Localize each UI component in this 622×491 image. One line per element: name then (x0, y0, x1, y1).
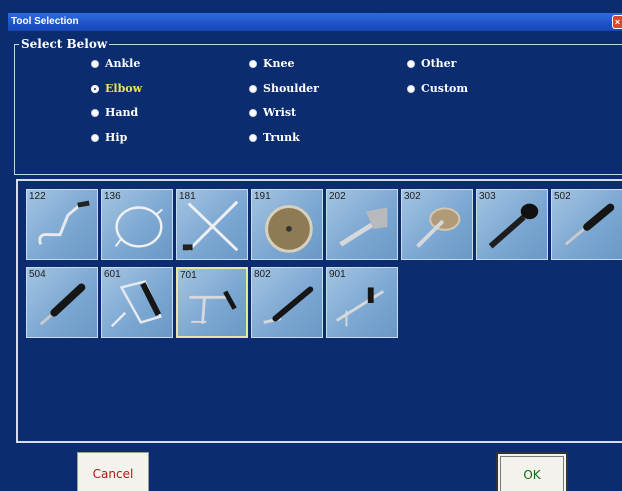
radio-label: Shoulder (263, 82, 319, 95)
tool-number: 303 (479, 191, 496, 202)
tool-number: 136 (104, 191, 121, 202)
tool-tile-191[interactable]: 191 (251, 189, 323, 260)
radio-trunk[interactable]: Trunk (249, 131, 300, 144)
group-legend: Select Below (19, 37, 110, 51)
radio-dot-icon (249, 133, 257, 142)
radio-label: Knee (263, 57, 295, 70)
tool-number: 191 (254, 191, 271, 202)
radio-dot-icon (407, 59, 415, 68)
window-title: Tool Selection (11, 16, 79, 27)
tool-number: 701 (180, 270, 197, 281)
radio-hip[interactable]: Hip (91, 131, 127, 144)
radio-knee[interactable]: Knee (249, 57, 295, 70)
radio-hand[interactable]: Hand (91, 106, 138, 119)
radio-dot-icon (91, 59, 99, 68)
radio-label: Wrist (263, 106, 297, 119)
radio-elbow[interactable]: Elbow (91, 82, 142, 95)
tool-tile-802[interactable]: 802 (251, 267, 323, 338)
tool-tile-701[interactable]: 701 (176, 267, 248, 338)
radio-label: Custom (421, 82, 469, 95)
radio-dot-icon (249, 108, 257, 117)
radio-label: Hip (105, 131, 128, 144)
tool-tile-303[interactable]: 303 (476, 189, 548, 260)
tool-number: 202 (329, 191, 346, 202)
radio-shoulder[interactable]: Shoulder (249, 82, 319, 95)
radio-dot-icon (249, 59, 257, 68)
tools-panel: 122 136 181 191 202 302 303 502 504 601 … (16, 179, 622, 443)
joint-selection-group: Select Below Ankle Elbow Hand Hip Knee S… (14, 37, 622, 175)
radio-dot-icon (249, 84, 257, 93)
tool-number: 601 (104, 269, 121, 280)
radio-custom[interactable]: Custom (407, 82, 468, 95)
tool-tile-302[interactable]: 302 (401, 189, 473, 260)
tool-tile-202[interactable]: 202 (326, 189, 398, 260)
tool-tile-504[interactable]: 504 (26, 267, 98, 338)
tool-number: 502 (554, 191, 571, 202)
radio-label: Other (421, 57, 457, 70)
radio-label: Elbow (105, 82, 143, 95)
radio-other[interactable]: Other (407, 57, 456, 70)
radio-dot-icon (407, 84, 415, 93)
tool-tile-601[interactable]: 601 (101, 267, 173, 338)
tool-number: 302 (404, 191, 421, 202)
tool-number: 802 (254, 269, 271, 280)
tool-tile-122[interactable]: 122 (26, 189, 98, 260)
radio-label: Ankle (105, 57, 141, 70)
radio-ankle[interactable]: Ankle (91, 57, 140, 70)
tool-number: 504 (29, 269, 46, 280)
tool-selection-window: Tool Selection × Select Below Ankle Elbo… (0, 0, 622, 491)
cancel-button[interactable]: Cancel (77, 452, 149, 491)
tool-number: 181 (179, 191, 196, 202)
tool-number: 122 (29, 191, 46, 202)
radio-wrist[interactable]: Wrist (249, 106, 296, 119)
tool-tile-181[interactable]: 181 (176, 189, 248, 260)
radio-label: Trunk (263, 131, 300, 144)
tool-tile-502[interactable]: 502 (551, 189, 622, 260)
close-icon[interactable]: × (612, 15, 622, 29)
title-bar: Tool Selection × (8, 13, 622, 31)
radio-dot-icon (91, 84, 99, 93)
ok-button[interactable]: OK (496, 452, 568, 491)
radio-label: Hand (105, 106, 139, 119)
tool-tile-901[interactable]: 901 (326, 267, 398, 338)
radio-dot-icon (91, 133, 99, 142)
tool-number: 901 (329, 269, 346, 280)
tool-tile-136[interactable]: 136 (101, 189, 173, 260)
radio-dot-icon (91, 108, 99, 117)
